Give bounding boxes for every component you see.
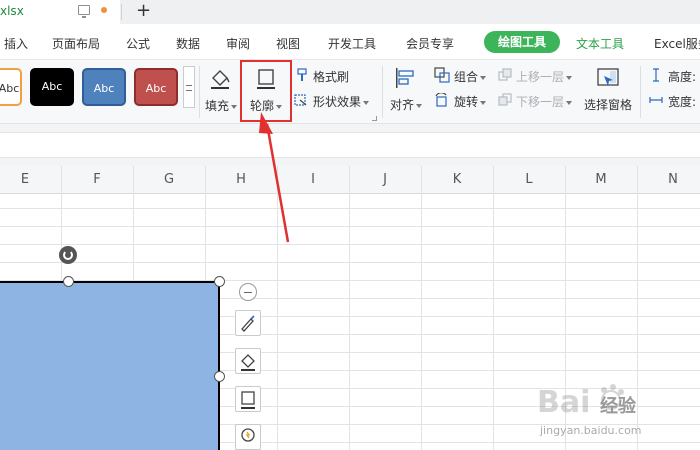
watermark-url: jingyan.baidu.com: [540, 424, 642, 437]
svg-text:Bai: Bai: [537, 385, 590, 420]
watermark-brand: 经验: [600, 396, 636, 417]
